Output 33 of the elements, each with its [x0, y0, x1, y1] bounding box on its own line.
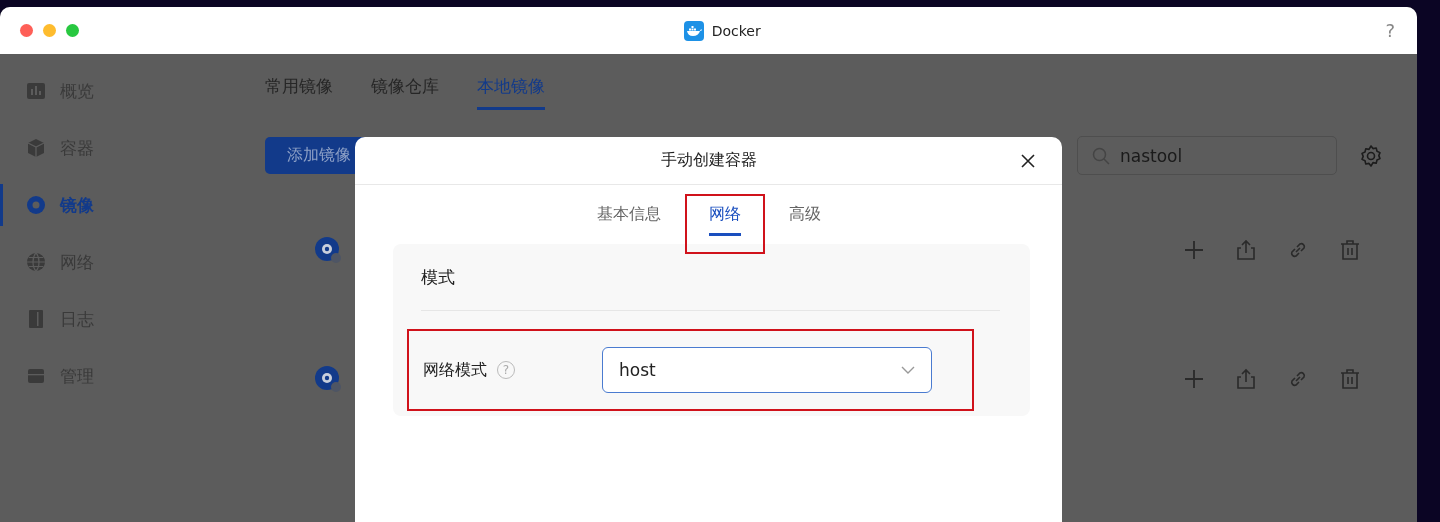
network-mode-select[interactable]: host: [602, 347, 932, 393]
search-icon: [1092, 146, 1110, 165]
trash-icon[interactable]: [1339, 239, 1361, 261]
search-field[interactable]: nastool: [1077, 136, 1337, 175]
tab[interactable]: 本地镜像: [477, 70, 545, 110]
disc-icon: [314, 236, 342, 264]
whale-logo-icon: [683, 20, 704, 41]
help-button[interactable]: ?: [1385, 20, 1397, 41]
section-title: 模式: [421, 244, 1000, 311]
disc-icon: [26, 195, 46, 215]
drive-icon: [26, 366, 46, 386]
window-title: Docker: [711, 22, 761, 39]
tab[interactable]: 网络: [708, 204, 741, 236]
field-label: 网络模式: [423, 359, 487, 381]
close-window-button[interactable]: [20, 24, 33, 37]
upload-icon[interactable]: [1235, 368, 1257, 390]
trash-icon[interactable]: [1339, 368, 1361, 390]
tab[interactable]: 基本信息: [596, 204, 661, 236]
add-icon[interactable]: [1183, 368, 1205, 390]
zoom-window-button[interactable]: [66, 24, 79, 37]
minimize-window-button[interactable]: [43, 24, 56, 37]
dialog-title: 手动创建容器: [660, 150, 757, 171]
close-icon[interactable]: [1021, 154, 1035, 168]
disc-icon: [314, 365, 342, 393]
chevron-down-icon: [901, 366, 915, 374]
globe-icon: [26, 252, 46, 272]
cube-icon: [26, 138, 46, 158]
add-icon[interactable]: [1183, 239, 1205, 261]
upload-icon[interactable]: [1235, 239, 1257, 261]
settings-icon[interactable]: [1359, 143, 1383, 168]
tab[interactable]: 高级: [788, 204, 821, 236]
book-icon: [26, 309, 46, 329]
chart-icon: [26, 81, 46, 101]
